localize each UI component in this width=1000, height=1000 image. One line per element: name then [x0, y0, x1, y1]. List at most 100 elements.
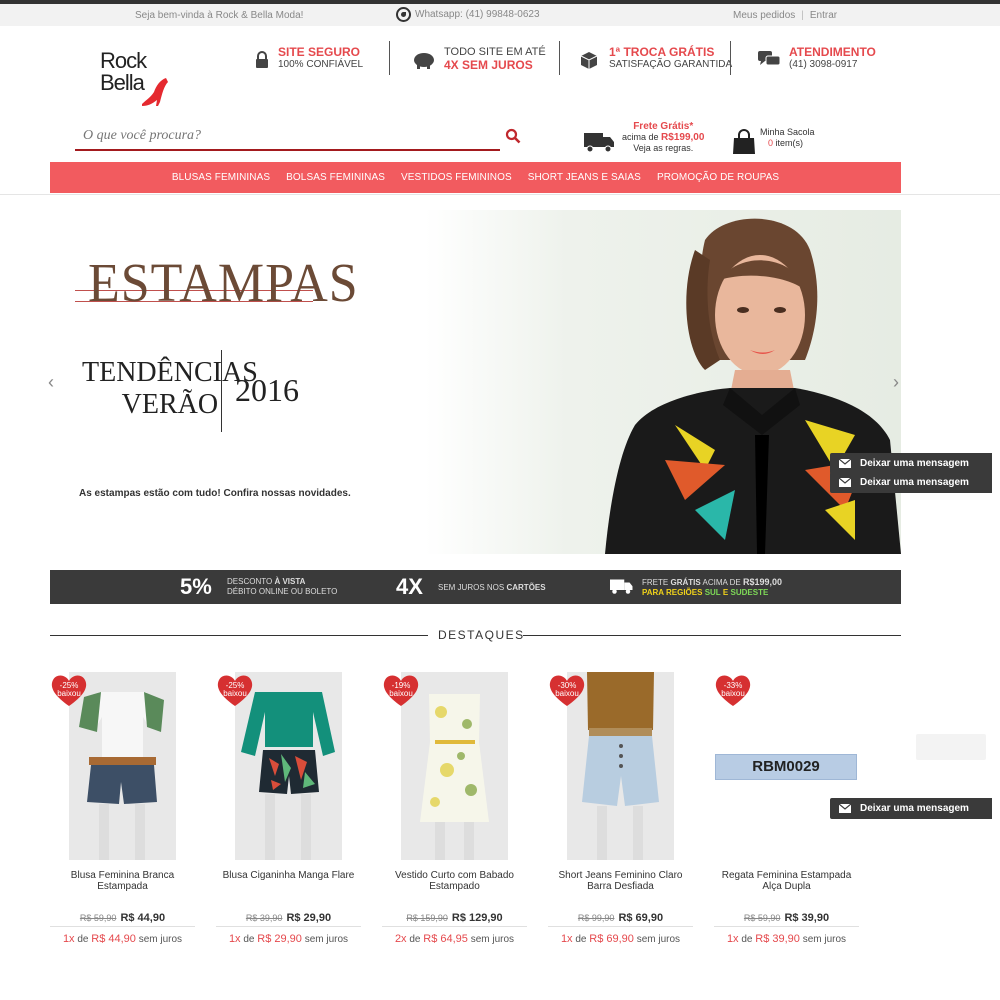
hero-banner[interactable]: ESTAMPAS TENDÊNCIAS VERÃO 2016 As estamp… — [50, 210, 901, 554]
search-input[interactable] — [75, 124, 475, 148]
inst-suffix: sem juros — [138, 934, 183, 945]
old-price: R$ 99,90 — [577, 913, 615, 923]
installments: 2x de R$ 64,95 sem juros — [382, 933, 527, 945]
piggy-bank-icon — [412, 49, 436, 71]
product-name[interactable]: Vestido Curto com Babado Estampado — [382, 870, 527, 892]
inst-suffix: sem juros — [304, 934, 349, 945]
model-photo — [605, 218, 901, 554]
product-price: R$ 129,90 — [451, 912, 503, 924]
search-box — [75, 124, 500, 151]
badge-label: baixou — [721, 689, 745, 698]
product-name[interactable]: Regata Feminina Estampada Alça Dupla — [714, 870, 859, 892]
discount-badge: -19% baixou — [382, 674, 420, 708]
bag-label: Minha Sacola — [760, 127, 815, 137]
feature-support[interactable]: ATENDIMENTO (41) 3098-0917 — [757, 46, 876, 82]
price-divider — [216, 926, 361, 927]
feature-subtitle: 100% CONFIÁVEL — [278, 59, 364, 70]
nav-item-blusas[interactable]: BLUSAS FEMININAS — [172, 172, 270, 183]
promo-strip: 5% DESCONTO À VISTA DÉBITO ONLINE OU BOL… — [50, 570, 901, 604]
whatsapp-link[interactable]: Whatsapp: (41) 99848-0623 — [396, 7, 540, 22]
bag-icon — [733, 129, 755, 154]
inst-suffix: sem juros — [470, 934, 515, 945]
promo-discount-label: DESCONTO — [227, 577, 273, 586]
promo-shipping-region-south: SUL — [704, 588, 721, 597]
login-link[interactable]: Entrar — [810, 10, 837, 21]
banner-title: ESTAMPAS — [88, 253, 359, 314]
promo-shipping-label: FRETE — [642, 578, 669, 587]
my-orders-link[interactable]: Meus pedidos — [733, 10, 795, 21]
product-price: R$ 69,90 — [618, 912, 664, 924]
promo-discount-emphasis: À VISTA — [274, 577, 306, 586]
banner-season-line2: VERÃO — [121, 389, 219, 420]
inst-value: R$ 39,90 — [755, 933, 800, 945]
carousel-prev-arrow-icon[interactable]: ‹ — [48, 372, 54, 393]
bag-count-suffix: item(s) — [775, 138, 804, 148]
banner-subtitle: As estampas estão com tudo! Confira noss… — [79, 488, 351, 499]
envelope-icon — [830, 459, 860, 468]
product-name[interactable]: Blusa Feminina Branca Estampada — [50, 870, 195, 892]
shopping-bag[interactable]: Minha Sacola 0 item(s) — [732, 127, 815, 155]
inst-suffix: sem juros — [636, 934, 681, 945]
leave-message-button[interactable]: Deixar uma mensagem — [830, 453, 992, 474]
promo-discount-methods: DÉBITO ONLINE OU BOLETO — [227, 587, 338, 596]
product-price: R$ 39,90 — [784, 912, 830, 924]
leave-message-label: Deixar uma mensagem — [860, 458, 969, 469]
inst-de: de — [77, 934, 89, 945]
feature-title: SITE SEGURO — [278, 45, 361, 59]
nav-item-vestidos[interactable]: VESTIDOS FEMININOS — [401, 172, 512, 183]
banner-year: 2016 — [235, 372, 299, 408]
inst-count: 1x — [228, 933, 241, 945]
feature-installments: TODO SITE EM ATÉ 4X SEM JUROS — [412, 46, 546, 82]
free-shipping-prefix: acima de — [622, 132, 659, 142]
account-links: Meus pedidos | Entrar — [733, 10, 837, 21]
price-divider — [382, 926, 527, 927]
inst-value: R$ 44,90 — [91, 933, 136, 945]
price-divider — [548, 926, 693, 927]
search-button[interactable] — [505, 128, 523, 146]
badge-label: baixou — [389, 689, 413, 698]
old-price: R$ 59,90 — [743, 913, 781, 923]
envelope-icon — [830, 478, 860, 487]
leave-message-label: Deixar uma mensagem — [860, 477, 969, 488]
banner-season: TENDÊNCIAS VERÃO — [82, 357, 258, 421]
free-shipping-value: R$199,00 — [661, 132, 705, 143]
product-name[interactable]: Short Jeans Feminino Claro Barra Desfiad… — [548, 870, 693, 892]
leave-message-button[interactable]: Deixar uma mensagem — [830, 472, 992, 493]
promo-truck-icon — [610, 579, 633, 594]
high-heel-icon — [142, 78, 168, 106]
leave-message-label: Deixar uma mensagem — [860, 803, 969, 814]
price-divider — [714, 926, 859, 927]
whatsapp-icon — [396, 7, 411, 22]
divider — [730, 41, 731, 75]
old-price: R$ 59,90 — [79, 913, 117, 923]
nav-item-promocao[interactable]: PROMOÇÃO DE ROUPAS — [657, 172, 779, 183]
nav-item-bolsas[interactable]: BOLSAS FEMININAS — [286, 172, 385, 183]
banner-season-line1: TENDÊNCIAS — [82, 357, 258, 388]
carousel-next-arrow-icon[interactable]: › — [893, 372, 899, 393]
inst-de: de — [243, 934, 255, 945]
product-name[interactable]: Blusa Ciganinha Manga Flare — [216, 870, 361, 881]
installments: 1x de R$ 39,90 sem juros — [714, 933, 859, 945]
promo-shipping-region-southeast: SUDESTE — [730, 588, 769, 597]
free-shipping-rules: Veja as regras. — [633, 143, 694, 153]
header-divider — [0, 194, 1000, 195]
nav-item-shorts[interactable]: SHORT JEANS E SAIAS — [528, 172, 641, 183]
product-image-placeholder[interactable]: RBM0029 — [715, 754, 857, 780]
main-nav: BLUSAS FEMININAS BOLSAS FEMININAS VESTID… — [50, 162, 901, 193]
section-line-left — [50, 635, 428, 636]
promo-shipping-text: FRETE GRÁTIS ACIMA DE R$199,00 PARA REGI… — [642, 577, 782, 598]
site-header: Rock Bella SITE SEGURO 100% CONFIÁVEL TO… — [0, 26, 1000, 166]
top-bar: Seja bem-vinda à Rock & Bella Moda! What… — [0, 4, 1000, 26]
promo-shipping-conjunction: E — [722, 588, 729, 597]
inst-de: de — [575, 934, 587, 945]
inst-value: R$ 69,90 — [589, 933, 634, 945]
leave-message-button[interactable]: Deixar uma mensagem — [830, 798, 992, 819]
promo-shipping-emphasis: GRÁTIS — [670, 578, 701, 587]
installments: 1x de R$ 69,90 sem juros — [548, 933, 693, 945]
promo-discount-text: DESCONTO À VISTA DÉBITO ONLINE OU BOLETO — [227, 577, 337, 597]
free-shipping-info[interactable]: Frete Grátis* acima de R$199,00 Veja as … — [584, 121, 704, 155]
installments: 1x de R$ 29,90 sem juros — [216, 933, 361, 945]
discount-badge: -30% baixou — [548, 674, 586, 708]
section-title: DESTAQUES — [438, 628, 525, 642]
link-separator: | — [801, 10, 804, 21]
